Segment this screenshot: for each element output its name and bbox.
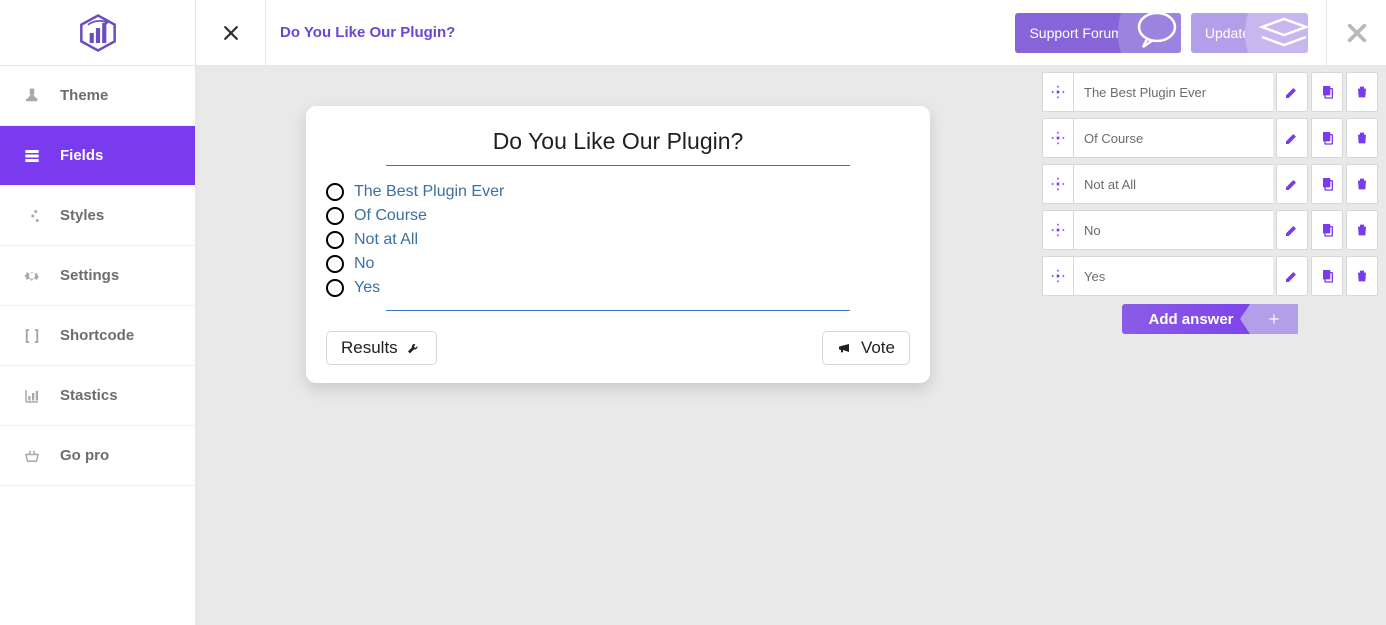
edit-answer-button[interactable] — [1276, 210, 1308, 250]
chat-icon — [1121, 13, 1181, 53]
sidebar-item-statistics[interactable]: Stastics — [0, 366, 195, 426]
answer-row: Of Course — [1042, 118, 1378, 158]
edit-answer-button[interactable] — [1276, 256, 1308, 296]
answer-text[interactable]: Of Course — [1074, 118, 1273, 158]
vote-label: Vote — [861, 338, 895, 358]
answer-text[interactable]: Not at All — [1074, 164, 1273, 204]
sidebar-item-label: Go pro — [60, 447, 109, 464]
poll-options: The Best Plugin Ever Of Course Not at Al… — [326, 172, 910, 304]
radio-icon — [326, 231, 344, 249]
sidebar-item-label: Styles — [60, 207, 104, 224]
answer-row: No — [1042, 210, 1378, 250]
sliders-icon — [22, 206, 42, 226]
drag-handle[interactable] — [1042, 164, 1074, 204]
edit-answer-button[interactable] — [1276, 118, 1308, 158]
brush-icon — [22, 86, 42, 106]
drag-handle[interactable] — [1042, 72, 1074, 112]
delete-answer-button[interactable] — [1346, 164, 1378, 204]
sidebar-item-label: Fields — [60, 147, 103, 164]
gear-icon — [22, 266, 42, 286]
duplicate-answer-button[interactable] — [1311, 72, 1343, 112]
poll-option[interactable]: The Best Plugin Ever — [326, 180, 910, 204]
close-editor-button[interactable] — [1326, 0, 1386, 66]
support-forum-label: Support Forum — [1029, 25, 1122, 41]
poll-option[interactable]: Yes — [326, 276, 910, 300]
drag-handle[interactable] — [1042, 256, 1074, 296]
plus-icon — [1250, 304, 1298, 334]
delete-answer-button[interactable] — [1346, 210, 1378, 250]
drag-handle[interactable] — [1042, 210, 1074, 250]
layers-icon — [1248, 13, 1308, 53]
answer-text[interactable]: No — [1074, 210, 1273, 250]
edit-answer-button[interactable] — [1276, 164, 1308, 204]
radio-icon — [326, 279, 344, 297]
duplicate-answer-button[interactable] — [1311, 164, 1343, 204]
poll-option-label: Not at All — [354, 231, 418, 249]
answer-row: Yes — [1042, 256, 1378, 296]
preview-canvas: Do You Like Our Plugin? The Best Plugin … — [196, 66, 1040, 625]
poll-option-label: Yes — [354, 279, 380, 297]
delete-answer-button[interactable] — [1346, 118, 1378, 158]
duplicate-answer-button[interactable] — [1311, 256, 1343, 296]
duplicate-answer-button[interactable] — [1311, 210, 1343, 250]
update-button[interactable]: Update — [1191, 13, 1308, 53]
sidebar-item-label: Stastics — [60, 387, 118, 404]
answer-text[interactable]: The Best Plugin Ever — [1074, 72, 1273, 112]
megaphone-icon — [837, 340, 853, 356]
sidebar-item-label: Shortcode — [60, 327, 134, 344]
poll-option-label: No — [354, 255, 374, 273]
radio-icon — [326, 207, 344, 225]
chart-icon — [22, 386, 42, 406]
fields-icon — [22, 146, 42, 166]
collapse-sidebar-button[interactable] — [196, 0, 266, 66]
brackets-icon — [22, 326, 42, 346]
sidebar-item-settings[interactable]: Settings — [0, 246, 195, 306]
poll-option-label: The Best Plugin Ever — [354, 183, 504, 201]
delete-answer-button[interactable] — [1346, 72, 1378, 112]
wrench-icon — [406, 340, 422, 356]
drag-handle[interactable] — [1042, 118, 1074, 158]
basket-icon — [22, 446, 42, 466]
edit-answer-button[interactable] — [1276, 72, 1308, 112]
app-logo[interactable] — [0, 0, 196, 66]
sidebar-item-label: Theme — [60, 87, 108, 104]
poll-title: Do You Like Our Plugin? — [386, 124, 850, 165]
poll-option[interactable]: Of Course — [326, 204, 910, 228]
add-answer-label: Add answer — [1122, 311, 1250, 328]
answer-row: Not at All — [1042, 164, 1378, 204]
delete-answer-button[interactable] — [1346, 256, 1378, 296]
sidebar-item-label: Settings — [60, 267, 119, 284]
sidebar-item-theme[interactable]: Theme — [0, 66, 195, 126]
sidebar-item-fields[interactable]: Fields — [0, 126, 195, 186]
poll-option[interactable]: Not at All — [326, 228, 910, 252]
support-forum-button[interactable]: Support Forum — [1015, 13, 1180, 53]
results-label: Results — [341, 338, 398, 358]
results-button[interactable]: Results — [326, 331, 437, 365]
answers-panel: The Best Plugin Ever Of Course Not at Al… — [1040, 66, 1386, 625]
sidebar: Theme Fields Styles Settings Shortcode — [0, 66, 196, 625]
radio-icon — [326, 255, 344, 273]
sidebar-item-shortcode[interactable]: Shortcode — [0, 306, 195, 366]
page-title: Do You Like Our Plugin? — [280, 24, 455, 41]
vote-button[interactable]: Vote — [822, 331, 910, 365]
answer-row: The Best Plugin Ever — [1042, 72, 1378, 112]
radio-icon — [326, 183, 344, 201]
answer-text[interactable]: Yes — [1074, 256, 1273, 296]
add-answer-button[interactable]: Add answer — [1122, 304, 1298, 334]
sidebar-item-styles[interactable]: Styles — [0, 186, 195, 246]
sidebar-item-gopro[interactable]: Go pro — [0, 426, 195, 486]
poll-preview-card: Do You Like Our Plugin? The Best Plugin … — [306, 106, 930, 383]
duplicate-answer-button[interactable] — [1311, 118, 1343, 158]
poll-option-label: Of Course — [354, 207, 427, 225]
poll-option[interactable]: No — [326, 252, 910, 276]
